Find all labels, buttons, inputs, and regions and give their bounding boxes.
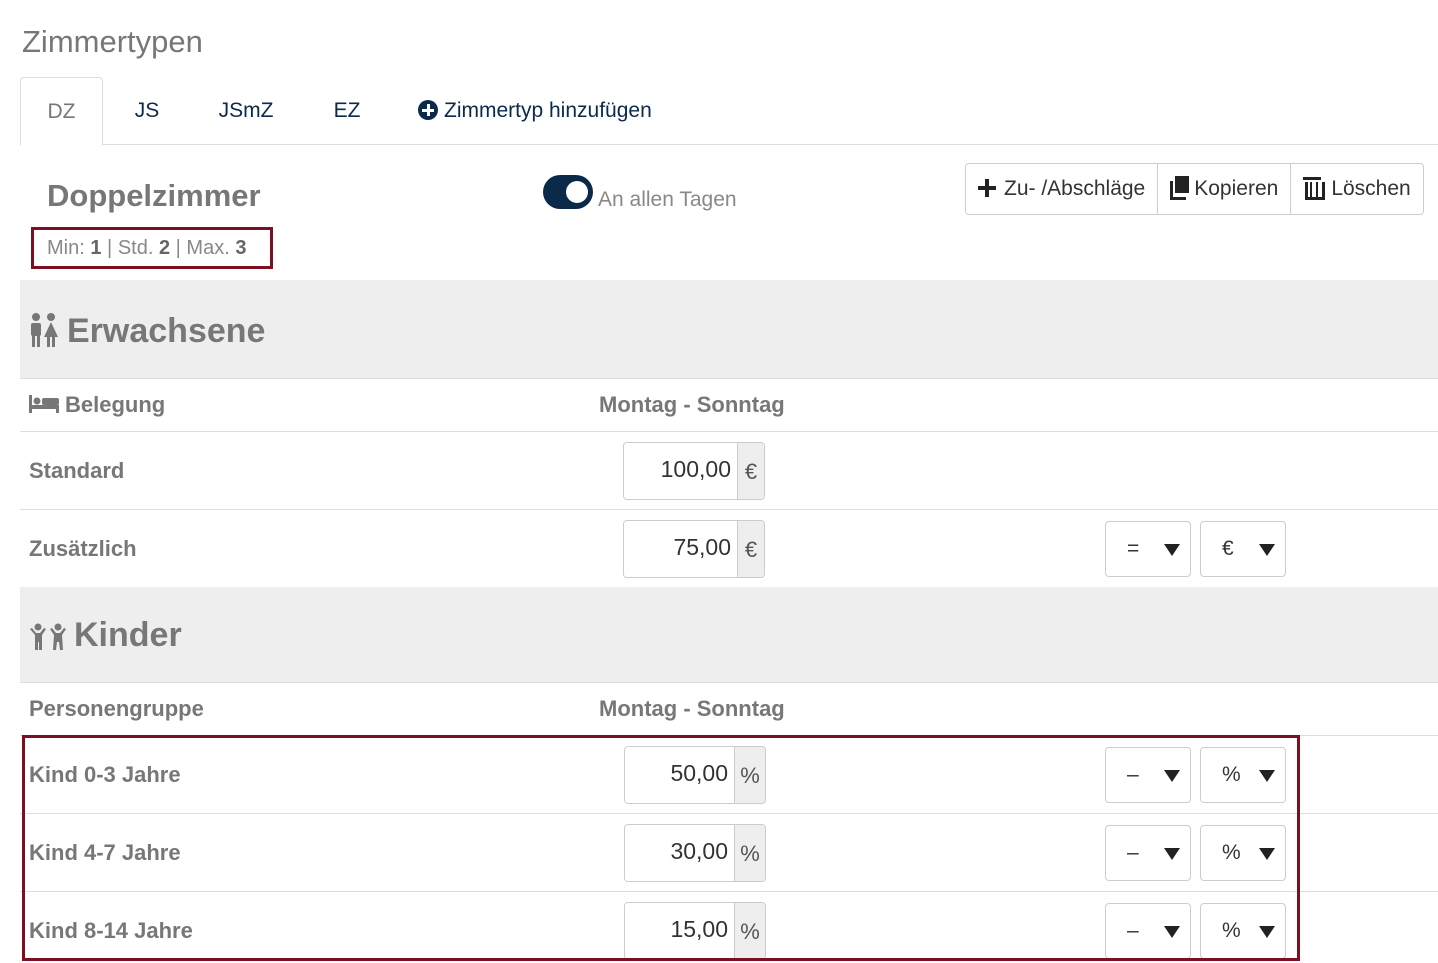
caret-down-icon (1164, 770, 1180, 782)
delete-button[interactable]: Löschen (1291, 164, 1423, 214)
separator: | (175, 237, 181, 259)
operator-select[interactable]: – (1105, 903, 1191, 959)
table-row: Kind 4-7 Jahre 30,00 % – % (20, 814, 1438, 892)
bed-icon (29, 395, 59, 413)
tab-js[interactable]: JS (130, 77, 164, 145)
trash-icon (1303, 176, 1326, 200)
children-section-header: Kinder (20, 587, 1438, 683)
percent-input[interactable]: 15,00 (625, 903, 734, 959)
row-label: Kind 4-7 Jahre (29, 840, 181, 865)
unit-select[interactable]: % (1200, 903, 1286, 959)
operator-value: = (1127, 537, 1140, 560)
caret-down-icon (1259, 926, 1275, 938)
percent-addon: % (734, 903, 765, 959)
price-input-group: 75,00 € (623, 520, 765, 578)
operator-select[interactable]: – (1105, 747, 1191, 803)
percent-addon: % (734, 825, 765, 881)
currency-addon: € (737, 443, 764, 499)
tab-dz[interactable]: DZ (20, 77, 103, 146)
occupancy-summary: Min: 1 | Std. 2 | Max. 3 (31, 227, 273, 269)
percent-input[interactable]: 50,00 (625, 747, 734, 803)
price-input[interactable]: 75,00 (624, 521, 737, 577)
price-input[interactable]: 100,00 (624, 443, 737, 499)
table-row: Kind 0-3 Jahre 50,00 % – % (20, 736, 1438, 814)
row-label: Kind 0-3 Jahre (29, 762, 181, 787)
operator-select[interactable]: – (1105, 825, 1191, 881)
children-title: Kinder (74, 616, 182, 654)
percent-input[interactable]: 30,00 (625, 825, 734, 881)
unit-value: % (1222, 841, 1241, 864)
weekday-column-header: Montag - Sonntag (599, 392, 785, 417)
caret-down-icon (1259, 544, 1275, 556)
weekday-column-header: Montag - Sonntag (599, 696, 785, 721)
toggle-knob (566, 181, 588, 203)
min-value: 1 (90, 237, 102, 259)
min-label: Min: (47, 237, 85, 259)
plus-icon (978, 179, 996, 197)
separator: | (107, 237, 113, 259)
all-days-toggle[interactable] (543, 175, 593, 209)
caret-down-icon (1259, 770, 1275, 782)
operator-select[interactable]: = (1105, 521, 1191, 577)
copy-label: Kopieren (1194, 177, 1279, 200)
tab-jsmz[interactable]: JSmZ (216, 77, 276, 145)
room-name: Doppelzimmer (47, 178, 261, 213)
row-label: Kind 8-14 Jahre (29, 918, 193, 943)
operator-value: – (1127, 919, 1139, 942)
table-row: Standard 100,00 € (20, 432, 1438, 510)
std-value: 2 (158, 237, 171, 259)
percent-input-group: 15,00 % (624, 902, 766, 960)
row-label: Zusätzlich (29, 536, 137, 561)
adults-section-header: Erwachsene (20, 280, 1438, 379)
price-input-group: 100,00 € (623, 442, 765, 500)
child-icon (30, 623, 66, 650)
unit-value: % (1222, 763, 1241, 786)
occupancy-header: Belegung (29, 392, 165, 418)
max-value: 3 (235, 237, 247, 259)
surcharges-label: Zu- /Abschläge (1004, 177, 1146, 200)
unit-select[interactable]: € (1200, 521, 1286, 577)
occupancy-header-label: Belegung (65, 392, 166, 417)
delete-label: Löschen (1331, 177, 1411, 200)
children-table-header: Personengruppe Montag - Sonntag (20, 683, 1438, 736)
caret-down-icon (1164, 926, 1180, 938)
unit-value: € (1222, 537, 1234, 560)
operator-value: – (1127, 841, 1139, 864)
unit-value: % (1222, 919, 1241, 942)
table-row: Kind 8-14 Jahre 15,00 % – % (20, 892, 1438, 963)
add-room-type-label: Zimmertyp hinzufügen (444, 99, 652, 122)
caret-down-icon (1164, 544, 1180, 556)
person-group-header: Personengruppe (29, 696, 204, 721)
adults-title: Erwachsene (67, 312, 266, 350)
adults-table-header: Belegung Montag - Sonntag (20, 379, 1438, 432)
tab-ez[interactable]: EZ (332, 77, 362, 145)
unit-select[interactable]: % (1200, 747, 1286, 803)
unit-select[interactable]: % (1200, 825, 1286, 881)
std-label: Std. (117, 237, 154, 259)
caret-down-icon (1164, 848, 1180, 860)
currency-addon: € (737, 521, 764, 577)
plus-circle-icon (418, 100, 438, 120)
room-actions: Zu- /Abschläge Kopieren Löschen (965, 163, 1424, 215)
operator-value: – (1127, 763, 1139, 786)
all-days-label: An allen Tagen (598, 188, 737, 211)
percent-addon: % (734, 747, 765, 803)
percent-input-group: 50,00 % (624, 746, 766, 804)
copy-button[interactable]: Kopieren (1158, 164, 1292, 214)
room-type-tabs: DZ JS JSmZ EZ Zimmertyp hinzufügen (20, 77, 1438, 146)
max-label: Max. (186, 237, 230, 259)
caret-down-icon (1259, 848, 1275, 860)
page-title: Zimmertypen (22, 24, 203, 59)
table-row: Zusätzlich 75,00 € = € (20, 510, 1438, 588)
row-label: Standard (29, 458, 125, 483)
add-room-type-tab[interactable]: Zimmertyp hinzufügen (418, 77, 668, 145)
copy-icon (1170, 176, 1190, 200)
people-icon (31, 313, 58, 347)
surcharges-button[interactable]: Zu- /Abschläge (966, 164, 1159, 214)
percent-input-group: 30,00 % (624, 824, 766, 882)
